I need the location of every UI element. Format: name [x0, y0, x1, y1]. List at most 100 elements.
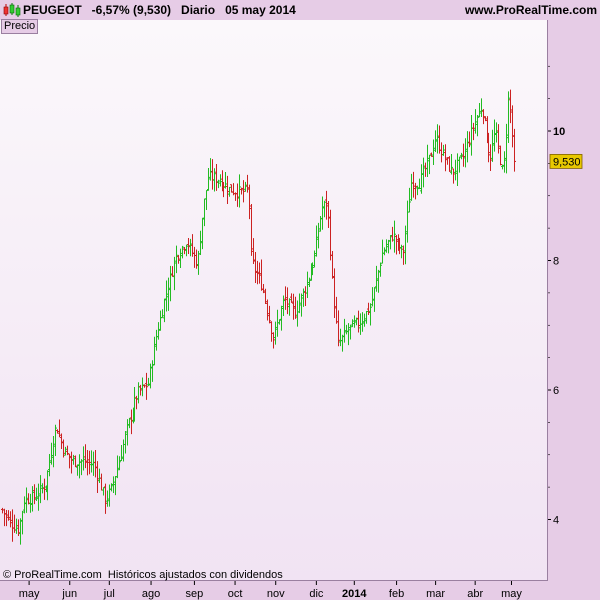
ohlc-bar — [442, 144, 445, 156]
ohlc-bar — [201, 217, 204, 250]
ohlc-bar — [325, 190, 328, 220]
ohlc-bar — [361, 312, 364, 332]
ohlc-bar — [282, 295, 285, 316]
ohlc-bar — [157, 322, 160, 340]
ohlc-bar — [296, 300, 299, 327]
ohlc-bar — [27, 493, 30, 505]
ohlc-bar — [139, 384, 142, 396]
ohlc-bar — [1, 507, 4, 514]
x-tick-label: nov — [267, 588, 285, 600]
ohlc-bar — [474, 109, 477, 134]
ohlc-bar — [493, 119, 496, 152]
ohlc-bar — [420, 164, 423, 194]
ohlc-bar — [74, 455, 77, 468]
ohlc-bar — [347, 323, 350, 346]
ohlc-bar — [159, 310, 162, 331]
ohlc-bar — [262, 284, 265, 294]
ohlc-bar — [94, 450, 97, 478]
ohlc-bar — [238, 174, 241, 208]
ohlc-bar — [151, 360, 154, 382]
ohlc-bar — [124, 431, 127, 454]
ohlc-bar — [137, 382, 140, 404]
ohlc-bar — [446, 157, 449, 165]
ohlc-bar — [274, 321, 277, 345]
ohlc-bar — [395, 234, 398, 255]
ohlc-bar — [149, 363, 152, 389]
ohlc-bar — [215, 164, 218, 191]
ohlc-bar — [424, 162, 427, 177]
ohlc-bar — [454, 159, 457, 181]
x-tick-label: oct — [228, 588, 243, 600]
ohlc-bar — [509, 89, 512, 124]
ohlc-bar — [193, 246, 196, 268]
ohlc-bar — [195, 249, 198, 269]
ohlc-bar — [422, 157, 425, 188]
ohlc-bar — [122, 439, 125, 462]
ohlc-bar — [135, 395, 138, 410]
ohlc-bar — [31, 486, 34, 512]
ohlc-bar — [236, 183, 239, 207]
x-tick-label: may — [501, 588, 522, 600]
ohlc-bar — [177, 254, 180, 264]
ohlc-bar — [15, 518, 18, 534]
ohlc-bar — [482, 109, 485, 125]
ohlc-bar — [141, 377, 144, 397]
ohlc-bar — [248, 184, 251, 220]
ohlc-bar — [181, 245, 184, 259]
ohlc-bar — [290, 293, 293, 303]
ohlc-bar — [35, 487, 38, 502]
ohlc-bar — [175, 245, 178, 274]
ohlc-bar — [169, 265, 172, 302]
ohlc-bar — [300, 293, 303, 317]
ohlc-bar — [315, 225, 318, 257]
ohlc-bar — [163, 298, 166, 323]
ohlc-bar — [458, 156, 461, 173]
y-tick-label: 4 — [553, 515, 559, 527]
ohlc-bar — [102, 487, 105, 496]
ohlc-bar — [341, 334, 344, 352]
last-price-marker: 9,530 — [549, 154, 583, 169]
ohlc-bar — [90, 450, 93, 473]
copyright-note: © ProRealTime.com Históricos ajustados c… — [3, 569, 283, 581]
ohlc-bar — [126, 419, 129, 446]
ohlc-bar — [114, 475, 117, 496]
ohlc-bar — [292, 293, 295, 320]
ohlc-bar — [185, 244, 188, 257]
ohlc-bar — [37, 483, 40, 511]
ohlc-bar — [327, 201, 330, 228]
ohlc-bar — [373, 287, 376, 312]
ohlc-bar — [513, 128, 516, 172]
ohlc-bar — [304, 286, 307, 306]
ohlc-bar — [478, 102, 481, 118]
ohlc-bar — [19, 518, 22, 545]
ohlc-bar — [472, 122, 475, 141]
x-tick-label: mar — [426, 588, 445, 600]
ohlc-bar — [173, 256, 176, 291]
ohlc-bar — [270, 321, 273, 342]
ohlc-bar — [50, 442, 53, 465]
ohlc-bar — [100, 473, 103, 491]
ohlc-bar — [343, 318, 346, 343]
ohlc-bar — [46, 470, 49, 501]
ohlc-bar — [179, 248, 182, 268]
ohlc-bar — [3, 508, 6, 527]
ohlc-bar — [489, 144, 492, 171]
ohlc-bar — [161, 309, 164, 319]
ohlc-bar — [505, 123, 508, 174]
ohlc-bar — [272, 332, 275, 349]
ohlc-bar — [280, 305, 283, 331]
ohlc-bar — [476, 114, 479, 137]
ohlc-bar — [345, 324, 348, 335]
ohlc-bar — [54, 424, 57, 457]
x-tick-label: jul — [103, 588, 115, 600]
ohlc-bar — [499, 145, 502, 166]
ohlc-bar — [321, 196, 324, 230]
ohlc-bar — [302, 288, 305, 307]
ohlc-bar — [317, 222, 320, 249]
ohlc-bar — [400, 244, 403, 259]
ohlc-bar — [313, 250, 316, 268]
ohlc-bar — [288, 298, 291, 316]
ohlc-bar — [495, 122, 498, 143]
ohlc-bar — [337, 310, 340, 347]
ohlc-bar — [434, 130, 437, 152]
